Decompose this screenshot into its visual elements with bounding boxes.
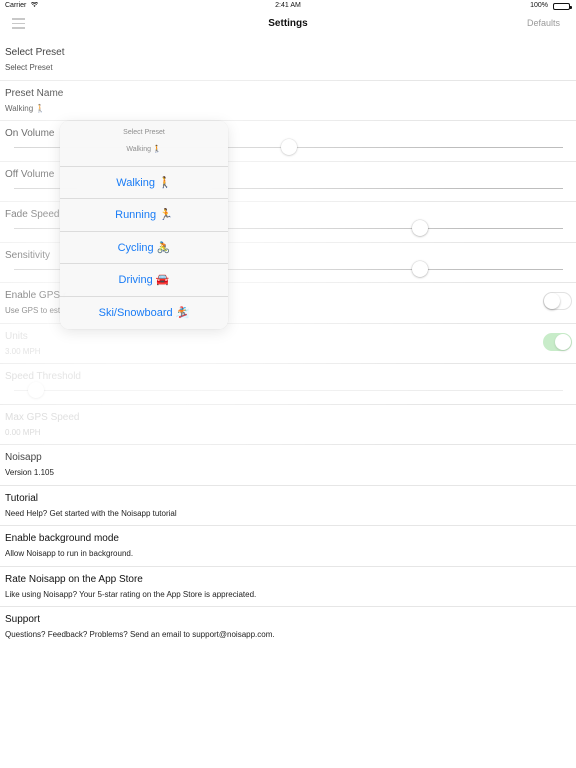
enable-gps-toggle[interactable]: [543, 292, 572, 310]
sensitivity-title: Sensitivity: [5, 249, 51, 261]
preset-option-running[interactable]: Running 🏃: [60, 199, 228, 232]
noisapp-version: Version 1.105: [5, 468, 54, 477]
enable-gps-subtitle: Use GPS to est: [5, 306, 61, 315]
popover-current-preset: Walking 🚶: [126, 146, 162, 153]
off-volume-title: Off Volume: [5, 168, 55, 180]
max-gps-speed-value: 0.00 MPH: [5, 427, 41, 437]
status-bar: Carrier 2:41 AM 100%: [0, 0, 576, 12]
noisapp-title: Noisapp: [5, 452, 42, 463]
select-preset-value: Select Preset: [5, 63, 53, 72]
battery-icon: [553, 3, 572, 10]
background-mode-row[interactable]: Enable background mode Allow Noisapp to …: [0, 526, 576, 567]
preset-option-cycling[interactable]: Cycling 🚴: [60, 232, 228, 265]
background-mode-subtitle: Allow Noisapp to run in background.: [5, 549, 134, 558]
rate-app-row[interactable]: Rate Noisapp on the App Store Like using…: [0, 567, 576, 607]
fade-speed-slider-knob[interactable]: [412, 220, 429, 236]
popover-header: Select Preset Walking 🚶: [60, 121, 228, 167]
max-gps-speed-row: Max GPS Speed 0.00 MPH: [0, 405, 576, 445]
preset-name-row[interactable]: Preset Name Walking 🚶: [0, 81, 576, 121]
support-title: Support: [5, 614, 41, 625]
units-row: Units 3.00 MPH: [0, 324, 576, 364]
preset-option-driving[interactable]: Driving 🚘: [60, 264, 228, 297]
units-toggle-knob: [555, 333, 571, 350]
support-subtitle: Questions? Feedback? Problems? Send an e…: [5, 630, 275, 639]
defaults-button[interactable]: Defaults: [527, 18, 560, 28]
noisapp-row[interactable]: Noisapp Version 1.105: [0, 445, 576, 486]
tutorial-row[interactable]: Tutorial Need Help? Get started with the…: [0, 486, 576, 526]
units-toggle[interactable]: [543, 332, 572, 351]
preset-name-title: Preset Name: [5, 87, 64, 99]
rate-app-title: Rate Noisapp on the App Store: [5, 573, 143, 585]
units-value: 3.00 MPH: [5, 346, 41, 356]
rate-app-subtitle: Like using Noisapp? Your 5-star rating o…: [5, 589, 257, 599]
support-row[interactable]: Support Questions? Feedback? Problems? S…: [0, 607, 576, 648]
speed-threshold-slider-knob[interactable]: [27, 382, 44, 398]
on-volume-title: On Volume: [5, 128, 55, 139]
on-volume-slider-knob[interactable]: [280, 139, 297, 155]
select-preset-row[interactable]: Select Preset Select Preset: [0, 40, 576, 81]
enable-gps-toggle-knob: [544, 293, 560, 309]
battery-percent: 100%: [530, 2, 548, 9]
popover-title: Select Preset: [123, 129, 165, 136]
max-gps-speed-title: Max GPS Speed: [5, 411, 80, 423]
status-time: 2:41 AM: [275, 2, 301, 9]
preset-picker-popover: Select Preset Walking 🚶 Walking 🚶 Runnin…: [60, 121, 228, 329]
speed-threshold-row: Speed Threshold: [0, 364, 576, 405]
select-preset-title: Select Preset: [5, 47, 65, 58]
preset-option-ski-snowboard[interactable]: Ski/Snowboard 🏂: [60, 297, 228, 329]
tutorial-title: Tutorial: [5, 492, 38, 504]
preset-name-value: Walking 🚶: [5, 103, 46, 113]
sensitivity-slider-knob[interactable]: [412, 260, 429, 277]
navigation-bar: Settings Defaults: [0, 12, 576, 38]
units-title: Units: [5, 330, 28, 342]
page-title: Settings: [268, 18, 308, 29]
fade-speed-title: Fade Speed: [5, 209, 60, 220]
speed-threshold-title: Speed Threshold: [5, 371, 81, 382]
enable-gps-title: Enable GPS r: [5, 290, 67, 301]
background-mode-title: Enable background mode: [5, 533, 119, 544]
speed-threshold-slider[interactable]: [14, 382, 563, 398]
preset-option-walking[interactable]: Walking 🚶: [60, 167, 228, 200]
tutorial-subtitle: Need Help? Get started with the Noisapp …: [5, 508, 177, 518]
